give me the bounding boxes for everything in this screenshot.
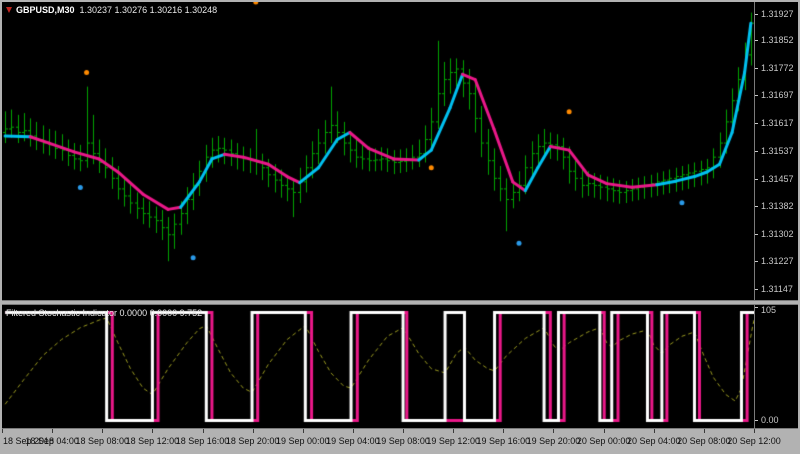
price-axis-label: 1.31537 — [761, 146, 794, 157]
price-axis-tick — [755, 179, 758, 181]
time-axis-tick — [352, 429, 354, 433]
time-axis-tick — [252, 429, 254, 433]
chart-title: GBPUSD,M30 1.30237 1.30276 1.30216 1.3024… — [6, 5, 222, 15]
indicator-axis-label: 105 — [761, 305, 777, 315]
price-axis-tick — [755, 122, 758, 124]
indicator-panel: Filtered Stochastic Indicator 0.0000 0.0… — [2, 305, 798, 428]
indicator-axis-label: 0.00 — [761, 415, 779, 426]
price-axis-tick — [755, 260, 758, 262]
price-axis-tick — [755, 68, 758, 70]
time-axis-tick — [503, 429, 505, 433]
time-axis-tick — [302, 429, 304, 433]
price-axis-tick — [755, 234, 758, 236]
price-axis-label: 1.31227 — [761, 255, 794, 266]
time-axis-tick — [453, 429, 455, 433]
time-axis-tick — [754, 429, 755, 433]
price-chart-canvas[interactable] — [2, 2, 754, 300]
time-axis-label: 18 Sep 20:00 — [225, 436, 280, 446]
time-axis-tick — [403, 429, 405, 433]
indicator-axis-tick — [755, 420, 758, 422]
time-axis-tick — [553, 429, 555, 433]
time-axis-label: 20 Sep 08:00 — [677, 436, 731, 446]
time-axis-tick — [2, 429, 3, 433]
main-chart-panel: GBPUSD,M30 1.30237 1.30276 1.30216 1.3024… — [2, 2, 798, 300]
time-axis-tick — [52, 429, 54, 433]
price-scale[interactable]: 1.31927 1.31852 1.31772 1.31697 1.31617 1.315… — [754, 2, 798, 300]
stochastic-canvas[interactable] — [2, 305, 754, 428]
time-axis-tick — [102, 429, 104, 433]
price-axis-tick — [755, 288, 758, 290]
price-axis-tick — [755, 151, 758, 153]
price-axis-label: 1.31852 — [761, 35, 794, 46]
price-axis-label: 1.31772 — [761, 63, 794, 74]
price-axis-tick — [755, 13, 758, 15]
time-axis-label: 20 Sep 00:00 — [576, 436, 631, 446]
price-axis-label: 1.31617 — [761, 117, 794, 128]
time-axis-tick — [653, 429, 655, 433]
time-axis-label: 18 Sep 08:00 — [75, 436, 130, 446]
time-axis-label: 18 Sep 16:00 — [175, 436, 230, 446]
price-axis-label: 1.31457 — [761, 174, 794, 185]
chart-window: GBPUSD,M30 1.30237 1.30276 1.30216 1.3024… — [0, 0, 800, 454]
chart-symbol-icon — [6, 7, 12, 13]
price-axis-label: 1.31147 — [761, 283, 793, 294]
time-axis-tick — [152, 429, 154, 433]
indicator-axis-tick — [755, 307, 758, 309]
time-axis-label: 19 Sep 04:00 — [326, 436, 380, 446]
time-axis-label: 19 Sep 12:00 — [426, 436, 480, 446]
time-axis-label: 20 Sep 12:00 — [727, 436, 781, 446]
time-axis-tick — [603, 429, 605, 433]
time-axis-label: 19 Sep 00:00 — [276, 436, 330, 446]
time-axis-label: 19 Sep 20:00 — [526, 436, 581, 446]
ohlc-values-label: 1.30237 1.30276 1.30216 1.30248 — [79, 5, 218, 15]
price-axis-label: 1.31302 — [761, 229, 794, 240]
indicator-name-label: Filtered Stochastic Indicator 0.0000 0.0… — [6, 308, 203, 318]
time-axis-label: 18 Sep 12:00 — [125, 436, 180, 446]
symbol-timeframe-label: GBPUSD,M30 — [16, 5, 75, 15]
time-axis-label: 19 Sep 08:00 — [376, 436, 430, 446]
time-axis-tick — [703, 429, 705, 433]
time-axis-label: 18 Sep 04:00 — [25, 436, 79, 446]
time-axis-label: 20 Sep 04:00 — [626, 436, 681, 446]
indicator-title: Filtered Stochastic Indicator 0.0000 0.0… — [6, 308, 207, 318]
price-axis-label: 1.31382 — [761, 200, 794, 211]
price-axis-label: 1.31927 — [761, 8, 794, 19]
price-axis-label: 1.31697 — [761, 89, 794, 100]
indicator-scale[interactable]: 105 0.00 — [754, 305, 798, 428]
price-axis-tick — [755, 94, 758, 96]
time-axis-tick — [202, 429, 204, 433]
price-axis-tick — [755, 40, 758, 42]
time-axis-label: 19 Sep 16:00 — [476, 436, 531, 446]
time-axis[interactable]: 18 Sep 2018 18 Sep 04:00 18 Sep 08:00 18 Se… — [2, 428, 798, 452]
price-axis-tick — [755, 205, 758, 207]
